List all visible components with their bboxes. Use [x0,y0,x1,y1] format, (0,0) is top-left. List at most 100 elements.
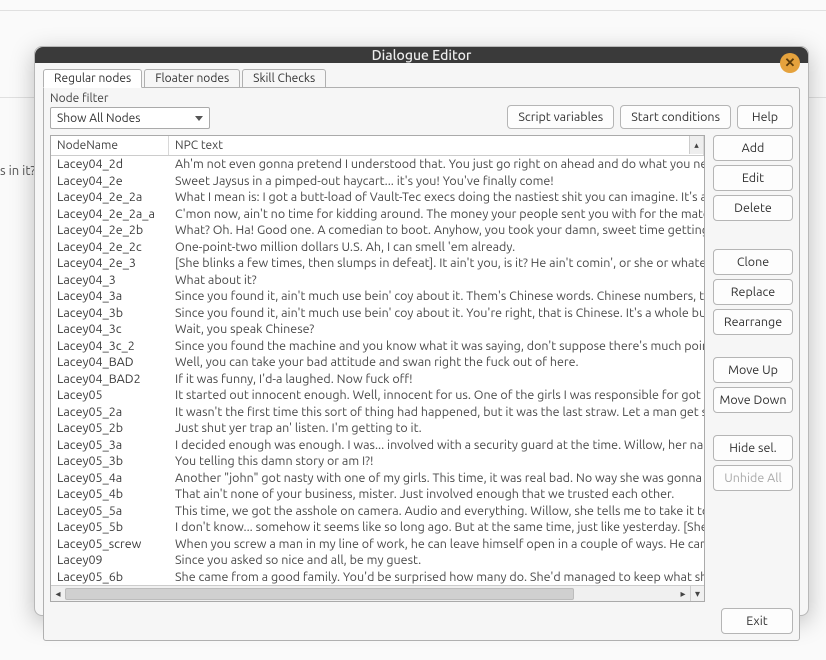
cell-npctext: Since you found it, ain't much use bein'… [169,288,704,305]
table-row[interactable]: Lacey04_BADWell, you can take your bad a… [51,354,704,371]
table-row[interactable]: Lacey04_3aSince you found it, ain't much… [51,288,704,305]
cell-npctext: Since you found the machine and you know… [169,338,704,355]
table-row[interactable]: Lacey04_3bSince you found it, ain't much… [51,305,704,322]
scroll-right-button[interactable]: ▸ [676,586,690,601]
scrollbar-thumb[interactable] [65,588,574,600]
node-filter-value: Show All Nodes [57,112,141,125]
window-title: Dialogue Editor [372,47,472,63]
table-row[interactable]: Lacey04_3c_2Since you found the machine … [51,338,704,355]
edit-button[interactable]: Edit [713,165,793,191]
column-header-npctext[interactable]: NPC text ▴ [169,136,704,155]
table-row[interactable]: Lacey05_5aThis time, we got the asshole … [51,503,704,520]
cell-nodename: Lacey04_BAD2 [51,371,169,388]
cell-npctext: It wasn't the first time this sort of th… [169,404,704,421]
cell-nodename: Lacey04_3 [51,272,169,289]
cell-npctext: What? Oh. Ha! Good one. A comedian to bo… [169,222,704,239]
table-row[interactable]: Lacey05_6bShe came from a good family. Y… [51,569,704,586]
table-row[interactable]: Lacey04_2eSweet Jaysus in a pimped-out h… [51,173,704,190]
cell-npctext: Since you asked so nice and all, be my g… [169,552,704,569]
cell-nodename: Lacey09 [51,552,169,569]
tab-floater-nodes[interactable]: Floater nodes [144,69,240,88]
table-row[interactable]: Lacey09Since you asked so nice and all, … [51,552,704,569]
tab-regular-nodes[interactable]: Regular nodes [43,69,142,88]
cell-npctext: Since you found it, ain't much use bein'… [169,305,704,322]
table-row[interactable]: Lacey04_2e_2aWhat I mean is: I got a but… [51,189,704,206]
cell-npctext: What I mean is: I got a butt-load of Vau… [169,189,704,206]
table-row[interactable]: Lacey04_2dAh'm not even gonna pretend I … [51,156,704,173]
add-button[interactable]: Add [713,135,793,161]
cell-nodename: Lacey04_2d [51,156,169,173]
close-button[interactable]: ✕ [780,53,800,73]
rearrange-button[interactable]: Rearrange [713,309,793,335]
script-variables-button[interactable]: Script variables [507,105,614,129]
cell-npctext: C'mon now, ain't no time for kidding aro… [169,206,704,223]
cell-nodename: Lacey05_5b [51,519,169,536]
cell-npctext: I decided enough was enough. I was... in… [169,437,704,454]
background-partial-text: s in it? [0,164,35,178]
cell-nodename: Lacey04_BAD [51,354,169,371]
help-button[interactable]: Help [737,105,793,129]
cell-npctext: Wait, you speak Chinese? [169,321,704,338]
tab-skill-checks[interactable]: Skill Checks [242,69,326,88]
cell-nodename: Lacey04_3c_2 [51,338,169,355]
table-row[interactable]: Lacey05_2bJust shut yer trap an' listen.… [51,420,704,437]
table-row[interactable]: Lacey04_2e_2cOne-point-two million dolla… [51,239,704,256]
horizontal-scrollbar[interactable]: ◂ ▸ ▾ [51,585,704,601]
table-row[interactable]: Lacey05_4bThat ain't none of your busine… [51,486,704,503]
node-filter-select[interactable]: Show All Nodes [50,107,210,129]
table-row[interactable]: Lacey04_BAD2If it was funny, I'd-a laugh… [51,371,704,388]
cell-nodename: Lacey04_3a [51,288,169,305]
move-down-button[interactable]: Move Down [713,387,793,413]
cell-nodename: Lacey05_3b [51,453,169,470]
move-up-button[interactable]: Move Up [713,357,793,383]
start-conditions-button[interactable]: Start conditions [620,105,731,129]
cell-npctext: One-point-two million dollars U.S. Ah, I… [169,239,704,256]
cell-npctext: When you screw a man in my line of work,… [169,536,704,553]
table-row[interactable]: Lacey04_2e_2bWhat? Oh. Ha! Good one. A c… [51,222,704,239]
exit-button[interactable]: Exit [721,608,793,634]
cell-nodename: Lacey05_2a [51,404,169,421]
cell-npctext: Ah'm not even gonna pretend I understood… [169,156,704,173]
tab-strip: Regular nodesFloater nodesSkill Checks [43,69,800,88]
table-row[interactable]: Lacey04_2e_3[She blinks a few times, the… [51,255,704,272]
scroll-down-button[interactable]: ▾ [690,586,704,601]
hide-sel-button[interactable]: Hide sel. [713,435,793,461]
table-row[interactable]: Lacey05_2aIt wasn't the first time this … [51,404,704,421]
cell-nodename: Lacey05_screw [51,536,169,553]
scroll-up-button[interactable]: ▴ [689,136,703,154]
table-row[interactable]: Lacey04_3What about it? [51,272,704,289]
column-header-nodename[interactable]: NodeName [51,136,169,155]
cell-nodename: Lacey05_5a [51,503,169,520]
cell-npctext: What about it? [169,272,704,289]
cell-npctext: I don't know... somehow it seems like so… [169,519,704,536]
node-table[interactable]: NodeName NPC text ▴ Lacey04_2dAh'm not e… [50,135,705,602]
cell-npctext: If it was funny, I'd-a laughed. Now fuck… [169,371,704,388]
replace-button[interactable]: Replace [713,279,793,305]
cell-npctext: Just shut yer trap an' listen. I'm getti… [169,420,704,437]
cell-nodename: Lacey04_3b [51,305,169,322]
cell-npctext: [She blinks a few times, then slumps in … [169,255,704,272]
cell-nodename: Lacey04_2e [51,173,169,190]
table-row[interactable]: Lacey05_screwWhen you screw a man in my … [51,536,704,553]
cell-nodename: Lacey05_4a [51,470,169,487]
action-sidebar: Add Edit Delete Clone Replace Rearrange … [713,135,793,602]
cell-nodename: Lacey05 [51,387,169,404]
dialogue-editor-window: Dialogue Editor ✕ Regular nodesFloater n… [34,46,809,616]
scroll-left-button[interactable]: ◂ [51,586,65,601]
table-row[interactable]: Lacey05_3bYou telling this damn story or… [51,453,704,470]
table-row[interactable]: Lacey05_5bI don't know... somehow it see… [51,519,704,536]
cell-npctext: She came from a good family. You'd be su… [169,569,704,586]
table-row[interactable]: Lacey04_2e_2a_aC'mon now, ain't no time … [51,206,704,223]
node-filter-label: Node filter [50,92,210,105]
cell-npctext: It started out innocent enough. Well, in… [169,387,704,404]
table-row[interactable]: Lacey05It started out innocent enough. W… [51,387,704,404]
table-row[interactable]: Lacey04_3cWait, you speak Chinese? [51,321,704,338]
clone-button[interactable]: Clone [713,249,793,275]
unhide-all-button[interactable]: Unhide All [713,465,793,491]
cell-npctext: This time, we got the asshole on camera.… [169,503,704,520]
cell-nodename: Lacey04_2e_3 [51,255,169,272]
delete-button[interactable]: Delete [713,195,793,221]
cell-nodename: Lacey05_6b [51,569,169,586]
table-row[interactable]: Lacey05_3aI decided enough was enough. I… [51,437,704,454]
table-row[interactable]: Lacey05_4aAnother "john" got nasty with … [51,470,704,487]
